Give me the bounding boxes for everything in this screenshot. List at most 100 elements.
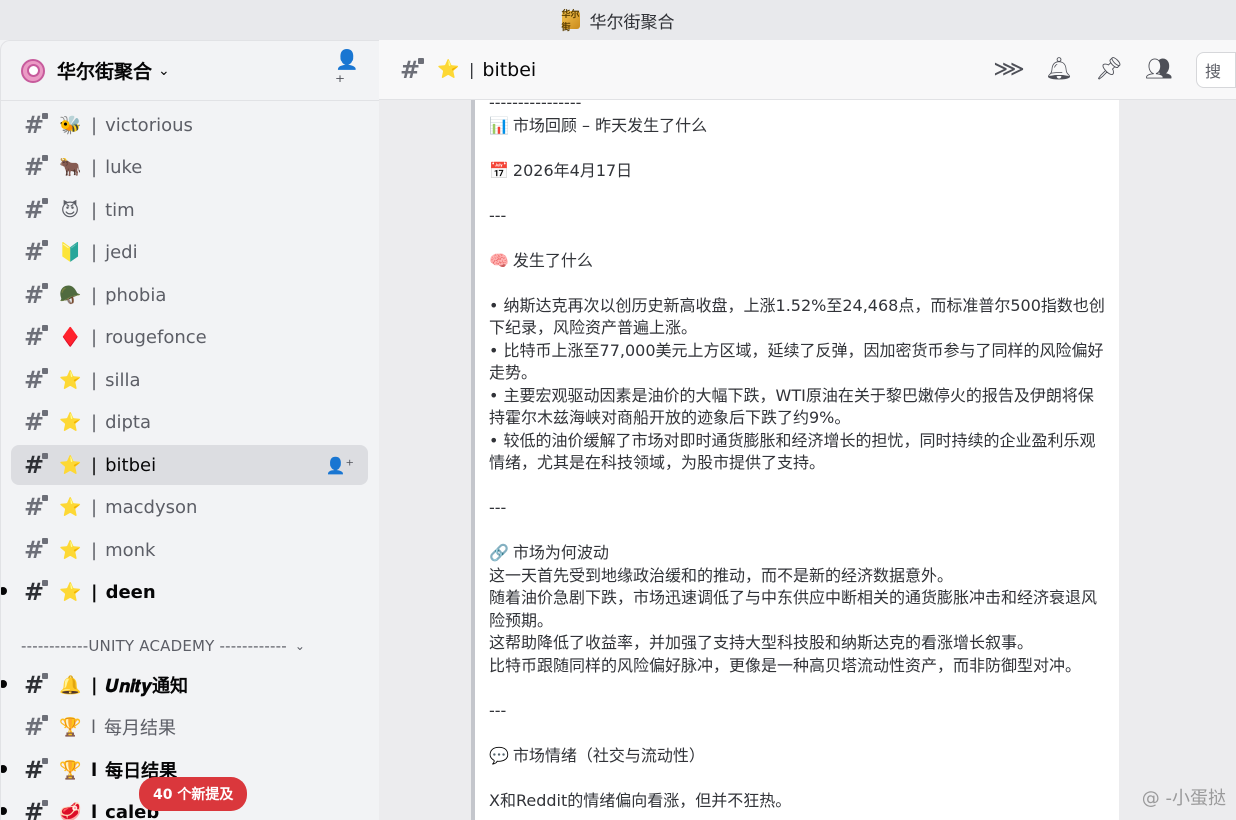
server-name: 华尔街聚合 [57, 61, 153, 83]
bell-icon[interactable]: 🔔︎ [1034, 50, 1084, 90]
locked-channel-icon: # [23, 451, 48, 479]
locked-channel-icon: # [23, 111, 48, 139]
channel-tim[interactable]: # 😈 | tim [11, 190, 368, 230]
channel-name: jedi [105, 241, 138, 263]
unread-indicator [1, 765, 7, 773]
channel-unity-notice[interactable]: # 🔔 | 𝑼𝒏𝒊𝒕𝒚通知 [1, 665, 368, 705]
members-icon[interactable]: 👥︎ [1134, 50, 1184, 90]
channel-name: phobia [105, 284, 167, 306]
channel-emoji: 🏆 [59, 759, 82, 781]
locked-channel-icon: # [23, 196, 48, 224]
window-title: 华尔街聚合 [589, 12, 675, 33]
channel-header: # ⭐ | bitbei ⋙ 🔔︎ 📌︎ 👥︎ 搜 [379, 40, 1236, 100]
channel-luke[interactable]: # 🐂 | luke [11, 147, 368, 187]
link-icon: 🔗 [489, 543, 509, 562]
paragraph: 这一天首先受到地缘政治缓和的推动，而不是新的经济数据意外。 [489, 565, 954, 585]
watermark: @ -小蛋挞 [1141, 788, 1226, 809]
main-panel: # ⭐ | bitbei ⋙ 🔔︎ 📌︎ 👥︎ 搜 --------------… [379, 40, 1236, 820]
paragraph: X和Reddit的情绪偏向看涨，但并不狂热。 [489, 790, 792, 810]
chevron-down-icon: ⌄ [158, 62, 170, 79]
search-placeholder: 搜 [1205, 61, 1222, 81]
pin-icon[interactable]: 📌︎ [1084, 50, 1134, 90]
channel-emoji: 😈 [60, 199, 80, 221]
recap-title: 市场回顾 – 昨天发生了什么 [512, 115, 708, 135]
category-unity-academy[interactable]: ------------UNITY ACADEMY ------------ ⌄ [21, 637, 305, 655]
why-title: 市场为何波动 [512, 543, 609, 562]
channel-victorious[interactable]: # 🐝 | victorious [11, 105, 368, 145]
unread-indicator [1, 807, 7, 815]
channel-emoji: ⭐ [59, 369, 82, 391]
channel-monthly-results[interactable]: # 🏆 ا 每月结果 [11, 707, 368, 747]
locked-channel-icon: # [23, 366, 48, 394]
header-toolbar: ⋙ 🔔︎ 📌︎ 👥︎ 搜 [984, 50, 1236, 90]
search-input[interactable]: 搜 [1196, 51, 1236, 88]
paragraph: 比特币跟随同样的风险偏好脉冲，更像是一种高贝塔流动性资产，而非防御型对冲。 [489, 655, 1082, 675]
divider-text: ---------------- [489, 100, 582, 112]
unread-indicator [1, 587, 7, 595]
channel-name: luke [105, 156, 143, 178]
message-embed: ---------------- 📊 市场回顾 – 昨天发生了什么 📅 2026年4… [471, 100, 1119, 820]
chevron-down-icon: ⌄ [294, 639, 306, 653]
app-logo-icon: 华尔街 [561, 10, 580, 33]
category-label: ------------UNITY ACADEMY ------------ [21, 637, 287, 655]
channel-emoji: 🐂 [59, 156, 82, 178]
channel-emoji: 🏆 [59, 716, 82, 738]
channel-phobia[interactable]: # 🪖 | phobia [11, 275, 368, 315]
channel-name: dipta [105, 411, 152, 433]
channel-jedi[interactable]: # 🔰 | jedi [11, 232, 368, 272]
channel-name: rougefonce [105, 326, 207, 348]
channel-emoji: ⭐ [59, 411, 82, 433]
channel-dipta[interactable]: # ⭐ | dipta [11, 402, 368, 442]
locked-channel-icon: # [23, 153, 48, 181]
server-icon [21, 58, 45, 83]
locked-channel-icon: # [23, 281, 48, 309]
message-area[interactable]: ---------------- 📊 市场回顾 – 昨天发生了什么 📅 2026年4… [379, 100, 1236, 820]
invite-people-icon[interactable]: 👤⁺ [335, 49, 361, 93]
paragraph: 随着油价急剧下跌，市场迅速调低了与中东供应中断相关的通货膨胀冲击和经济衰退风险预… [489, 588, 1098, 630]
channel-name: monk [105, 539, 156, 561]
channel-macdyson[interactable]: # ⭐ | macdyson [11, 487, 368, 527]
channel-emoji: ⭐ [437, 59, 460, 80]
window-titlebar: 华尔街 华尔街聚合 [0, 0, 1236, 40]
locked-channel-icon: # [23, 756, 48, 784]
hr-text: --- [489, 498, 507, 517]
bullet-item: • 较低的油价缓解了市场对即时通货膨胀和经济增长的担忧，同时持续的企业盈利乐观情… [489, 430, 1096, 473]
channel-name: bitbei [105, 454, 157, 476]
channel-deen[interactable]: # ⭐ | deen [1, 572, 368, 612]
recap-date: 2026年4月17日 [512, 160, 633, 180]
channel-rougefonce[interactable]: # ♦️ | rougefonce [11, 317, 368, 357]
channel-emoji: ⭐ [59, 454, 82, 476]
calendar-icon: 📅 [489, 160, 509, 180]
bullet-item: • 主要宏观驱动因素是油价的大幅下跌，WTI原油在关于黎巴嫩停火的报告及伊朗将保… [489, 385, 1094, 428]
server-header[interactable]: 华尔街聚合 ⌄ 👤⁺ [1, 41, 379, 101]
hr-text: --- [489, 700, 507, 720]
what-happened-title: 发生了什么 [512, 250, 593, 270]
threads-icon[interactable]: ⋙ [984, 50, 1034, 90]
bullet-item: • 纳斯达克再次以创历史新高收盘，上涨1.52%至24,468点，而标准普尔50… [489, 295, 1105, 338]
channel-name: 𝑼𝒏𝒊𝒕𝒚通知 [105, 676, 189, 697]
bullet-item: • 比特币上涨至77,000美元上方区域，延续了反弹，因加密货币参与了同样的风险… [489, 340, 1104, 383]
channel-name: 每月结果 [104, 718, 177, 739]
locked-channel-icon: # [399, 55, 424, 84]
unread-indicator [1, 680, 7, 688]
locked-channel-icon: # [23, 713, 48, 741]
channel-silla[interactable]: # ⭐ | silla [11, 360, 368, 400]
locked-channel-icon: # [23, 798, 48, 820]
channel-emoji: ⭐ [59, 539, 82, 561]
channel-bitbei[interactable]: # ⭐ | bitbei 👤⁺ [11, 445, 368, 485]
invite-to-channel-icon[interactable]: 👤⁺ [326, 456, 354, 475]
locked-channel-icon: # [23, 408, 48, 436]
locked-channel-icon: # [23, 536, 48, 564]
bar-chart-icon: 📊 [489, 115, 509, 135]
locked-channel-icon: # [23, 238, 48, 266]
locked-channel-icon: # [23, 578, 48, 606]
channel-emoji: 🪖 [59, 284, 82, 306]
channel-emoji: 🐝 [59, 114, 82, 136]
channel-monk[interactable]: # ⭐ | monk [11, 530, 368, 570]
channel-emoji: ⭐ [59, 581, 82, 603]
channel-name: silla [105, 369, 141, 391]
channel-emoji: 🥩 [59, 801, 82, 820]
channel-emoji: 🔰 [59, 241, 82, 263]
new-mentions-badge[interactable]: 40 个新提及 [139, 777, 248, 811]
channel-emoji: ⭐ [59, 496, 82, 518]
